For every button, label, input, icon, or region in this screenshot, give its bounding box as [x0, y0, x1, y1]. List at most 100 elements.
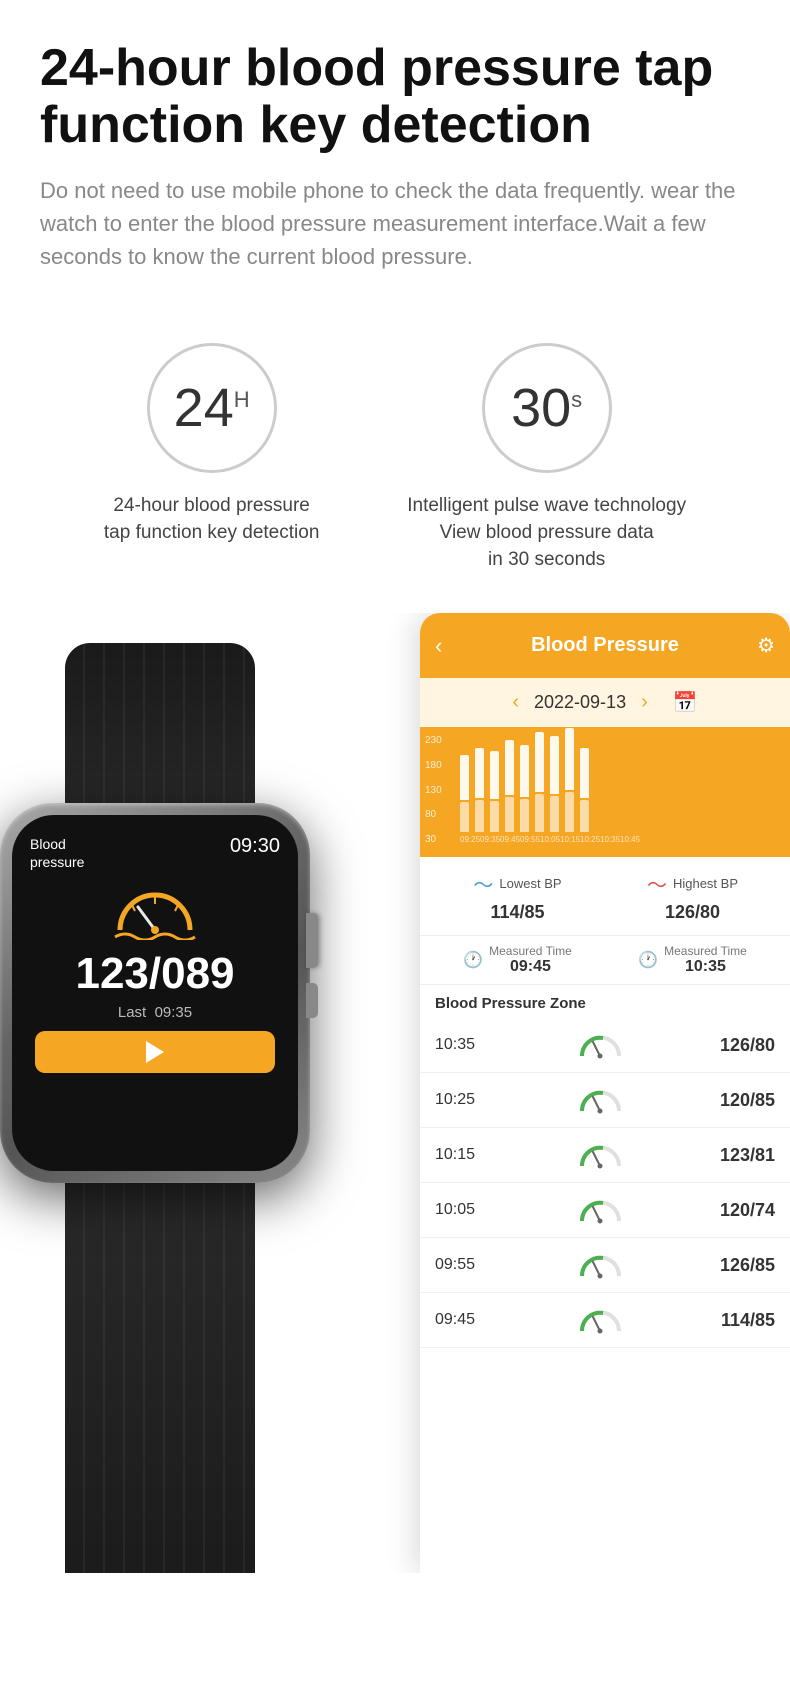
chart-bar-group-4	[520, 745, 529, 832]
watch-bp-reading: 123/089	[30, 950, 280, 998]
header-section: 24-hour blood pressure tap function key …	[0, 0, 790, 293]
bp-row-time-0: 10:35	[435, 1036, 505, 1054]
chart-bar-sys-5	[535, 732, 544, 792]
stats-section: 〜 Lowest BP 114/85 〜 Highest BP 126/80	[420, 857, 790, 936]
chart-bar-dia-1	[475, 800, 484, 832]
highest-bp-col: 〜 Highest BP 126/80	[605, 869, 780, 923]
measured-time-value-2: 10:35	[664, 958, 747, 976]
bp-row-3[interactable]: 10:05 120/74	[420, 1183, 790, 1238]
chart-bar-dia-0	[460, 802, 469, 832]
bp-row-time-4: 09:55	[435, 1256, 505, 1274]
watch-gauge-icon	[30, 885, 280, 940]
feature-24h-label: 24-hour blood pressure tap function key …	[104, 493, 319, 546]
chart-bar-sys-1	[475, 748, 484, 798]
chart-bar-sys-0	[460, 755, 469, 800]
chart-bar-group-2	[490, 751, 499, 832]
bp-row-gauge-5	[505, 1305, 695, 1335]
chart-x-labels: 09:25 09:35 09:45 09:55 10:05 10:15 10:2…	[455, 835, 780, 844]
chart-y-80: 80	[425, 809, 442, 820]
bp-row-5[interactable]: 09:45 114/85	[420, 1293, 790, 1348]
app-header: ‹ Blood Pressure ⚙	[420, 613, 790, 678]
bp-row-gauge-1	[505, 1085, 695, 1115]
bp-row-reading-1: 120/85	[695, 1090, 775, 1111]
feature-24h: 24H 24-hour blood pressure tap function …	[104, 343, 319, 573]
watch-app-section: Bloodpressure 09:30	[0, 613, 790, 1573]
chart-bar-group-1	[475, 748, 484, 832]
subtitle: Do not need to use mobile phone to check…	[40, 174, 750, 273]
bp-row-reading-4: 126/85	[695, 1255, 775, 1276]
bp-row-gauge-3	[505, 1195, 695, 1225]
chart-bar-group-6	[550, 736, 559, 832]
watch-side-button[interactable]	[306, 913, 318, 968]
date-next-button[interactable]: ›	[641, 691, 648, 714]
clock-icon-1: 🕐	[463, 950, 483, 970]
bp-row-1[interactable]: 10:25 120/85	[420, 1073, 790, 1128]
highest-bp-value: 126/80	[605, 902, 780, 923]
chart-bar-dia-6	[550, 796, 559, 832]
chart-bar-group-7	[565, 728, 574, 832]
chart-bar-sys-6	[550, 736, 559, 794]
calendar-icon[interactable]: 📅	[673, 690, 698, 715]
chart-bars	[455, 737, 780, 832]
chart-y-180: 180	[425, 760, 442, 771]
chart-y-labels: 230 180 130 80 30	[425, 735, 442, 845]
bp-row-2[interactable]: 10:15 123/81	[420, 1128, 790, 1183]
feature-24h-number: 24H	[174, 381, 250, 435]
feature-30s-unit: s	[571, 387, 582, 412]
measured-time-col-2: 🕐 Measured Time 10:35	[605, 944, 780, 976]
lowest-bp-col: 〜 Lowest BP 114/85	[430, 869, 605, 923]
bp-row-gauge-0	[505, 1030, 695, 1060]
bp-row-reading-0: 126/80	[695, 1035, 775, 1056]
watch-bp-label: Bloodpressure	[30, 835, 84, 871]
feature-30s: 30s Intelligent pulse wave technology Vi…	[407, 343, 686, 573]
watch-side-button-2[interactable]	[306, 983, 318, 1018]
app-panel: ‹ Blood Pressure ⚙ ‹ 2022-09-13 › 📅 230 …	[420, 613, 790, 1573]
chart-bar-group-3	[505, 740, 514, 832]
bp-row-reading-3: 120/74	[695, 1200, 775, 1221]
app-back-button[interactable]: ‹	[435, 633, 442, 659]
chart-bar-dia-7	[565, 792, 574, 832]
chart-bar-dia-5	[535, 794, 544, 832]
chart-bar-sys-3	[505, 740, 514, 795]
main-title: 24-hour blood pressure tap function key …	[40, 40, 750, 154]
watch-container: Bloodpressure 09:30	[0, 643, 400, 1563]
time-row: 🕐 Measured Time 09:45 🕐 Measured Time 10…	[420, 936, 790, 985]
watch-last-time: Last 09:35	[30, 1004, 280, 1021]
bp-row-time-2: 10:15	[435, 1146, 505, 1164]
date-prev-button[interactable]: ‹	[512, 691, 519, 714]
bp-row-4[interactable]: 09:55 126/85	[420, 1238, 790, 1293]
bp-row-time-3: 10:05	[435, 1201, 505, 1219]
chart-bar-sys-4	[520, 745, 529, 797]
watch-play-button[interactable]	[35, 1031, 275, 1073]
lowest-bp-label: Lowest BP	[499, 876, 561, 891]
chart-bar-sys-7	[565, 728, 574, 790]
feature-24h-unit: H	[234, 387, 250, 412]
lowest-bp-value: 114/85	[430, 902, 605, 923]
feature-30s-label: Intelligent pulse wave technology View b…	[407, 493, 686, 573]
measured-time-label-2: Measured Time	[664, 944, 747, 958]
date-display: 2022-09-13	[534, 692, 626, 713]
bp-row-0[interactable]: 10:35 126/80	[420, 1018, 790, 1073]
chart-bar-sys-8	[580, 748, 589, 798]
app-settings-button[interactable]: ⚙	[757, 633, 775, 658]
chart-y-30: 30	[425, 834, 442, 845]
clock-icon-2: 🕐	[638, 950, 658, 970]
chart-area: 230 180 130 80 30 09:25 09:35 09:45 09:5…	[420, 727, 790, 857]
highest-bp-label: Highest BP	[673, 876, 738, 891]
chart-bar-group-8	[580, 748, 589, 832]
bp-zone-header: Blood Pressure Zone	[420, 985, 790, 1018]
measured-time-label-1: Measured Time	[489, 944, 572, 958]
chart-bar-dia-3	[505, 797, 514, 832]
chart-bar-dia-2	[490, 801, 499, 832]
chart-bar-dia-8	[580, 800, 589, 832]
bp-row-gauge-4	[505, 1250, 695, 1280]
measured-time-col-1: 🕐 Measured Time 09:45	[430, 944, 605, 976]
feature-24h-circle: 24H	[147, 343, 277, 473]
watch-time-display: 09:30	[230, 835, 280, 858]
app-title: Blood Pressure	[531, 634, 679, 657]
chart-bar-group-0	[460, 755, 469, 832]
feature-30s-circle: 30s	[482, 343, 612, 473]
measured-time-value-1: 09:45	[489, 958, 572, 976]
chart-y-230: 230	[425, 735, 442, 746]
bp-row-reading-5: 114/85	[695, 1310, 775, 1331]
